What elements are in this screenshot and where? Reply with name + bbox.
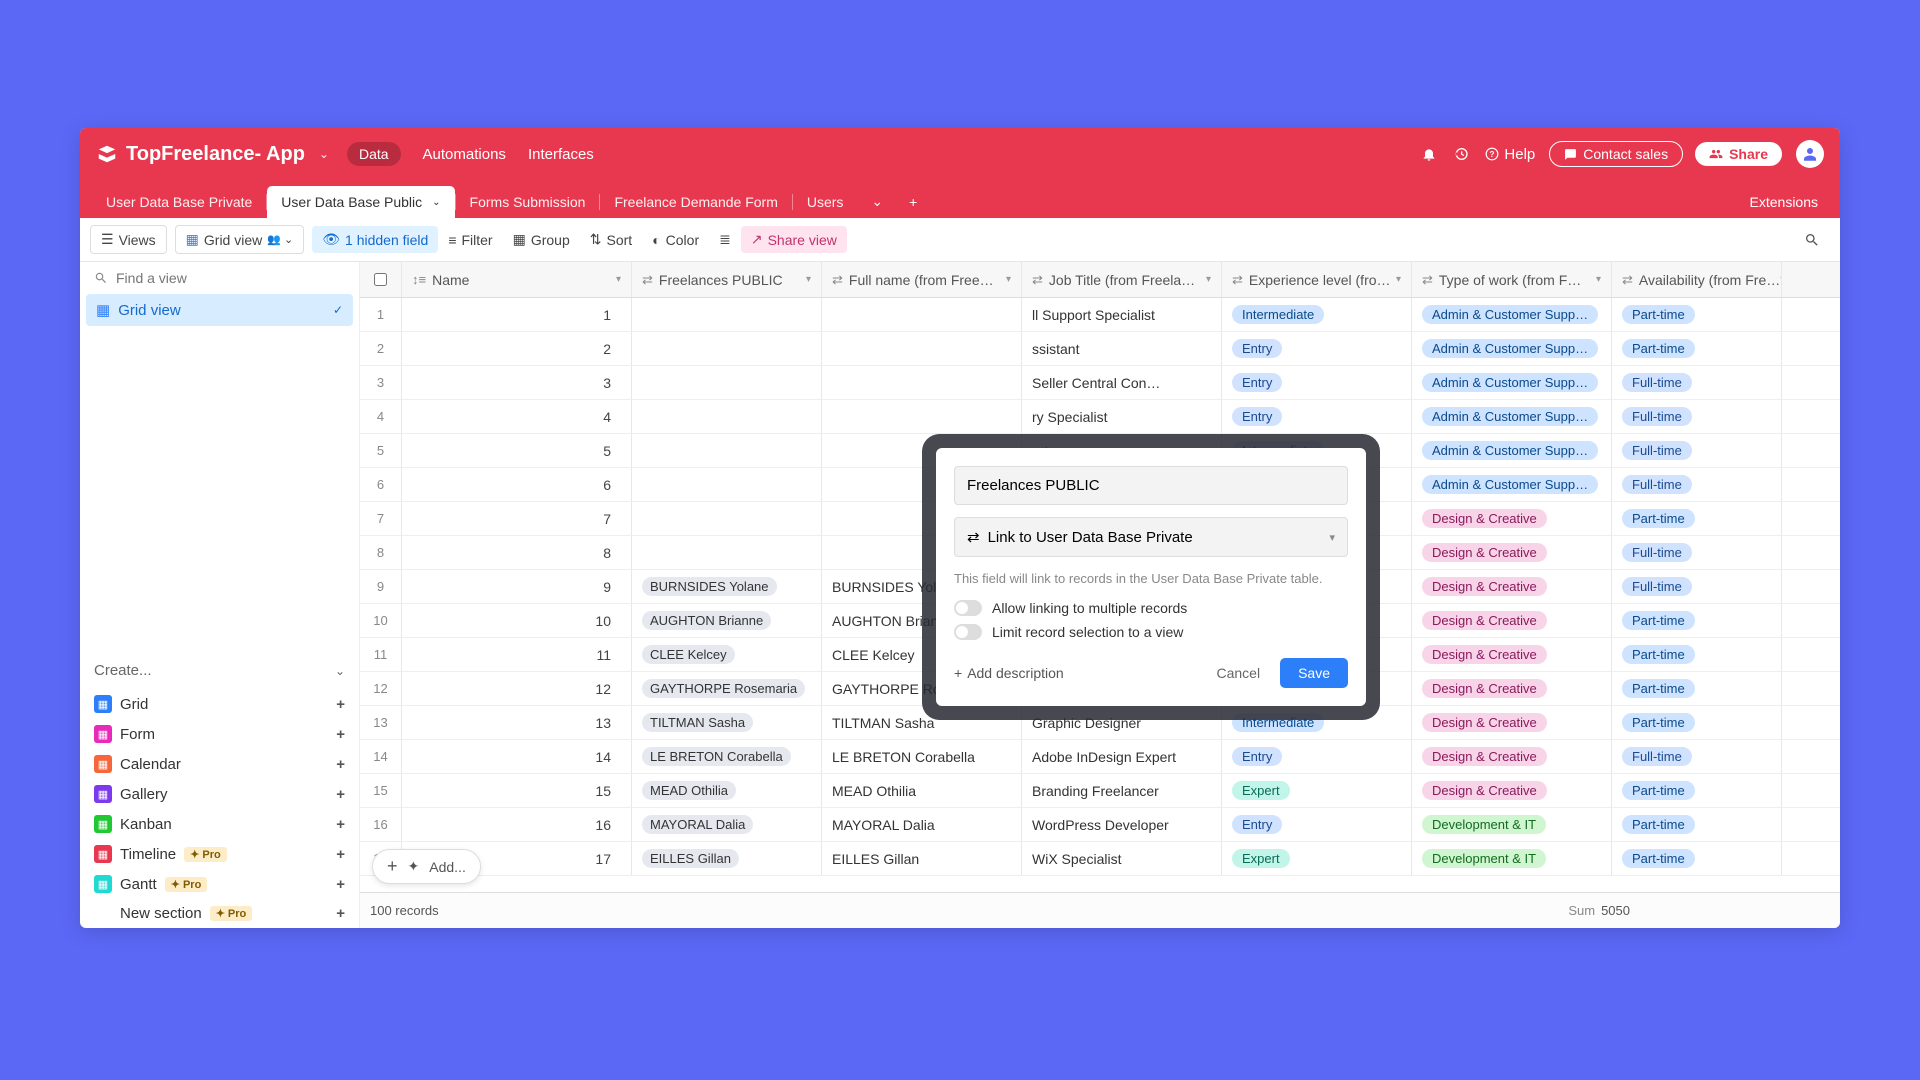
table-row[interactable]: 1515MEAD OthiliaMEAD OthiliaBranding Fre…	[360, 774, 1840, 808]
table-row[interactable]: 1717EILLES GillanEILLES GillanWiX Specia…	[360, 842, 1840, 876]
table-tab[interactable]: Freelance Demande Form	[600, 186, 791, 218]
col-freelances-public[interactable]: ⇄Freelances PUBLIC▾	[632, 262, 822, 297]
sidebar-create-calendar[interactable]: ▦Calendar+	[80, 749, 359, 779]
gridview-selector[interactable]: ▦ Grid view 👥 ⌄	[175, 225, 305, 254]
view-type-icon: ▦	[94, 785, 112, 803]
table-row[interactable]: 33Seller Central Con…EntryAdmin & Custom…	[360, 366, 1840, 400]
select-all-checkbox[interactable]	[360, 262, 402, 297]
app-logo-icon	[96, 143, 118, 165]
contact-sales-button[interactable]: Contact sales	[1549, 141, 1683, 167]
field-type-select[interactable]: ⇄ Link to User Data Base Private ▾	[954, 517, 1348, 557]
sidebar-create-header[interactable]: Create...⌄	[80, 652, 359, 689]
table-row[interactable]: 44ry SpecialistEntryAdmin & Customer Sup…	[360, 400, 1840, 434]
view-type-icon: ▦	[94, 695, 112, 713]
sort-button[interactable]: ⇅ Sort	[580, 226, 642, 253]
table-tab[interactable]: Forms Submission	[456, 186, 600, 218]
nav-interfaces[interactable]: Interfaces	[528, 146, 594, 163]
field-help-text: This field will link to records in the U…	[954, 571, 1348, 586]
chevron-down-icon: ⌄	[335, 664, 345, 678]
app-window: TopFreelance- App ⌄ Data Automations Int…	[80, 128, 1840, 928]
field-config-modal: ⇄ Link to User Data Base Private ▾ This …	[936, 448, 1366, 706]
grid-footer: 100 records Sum5050	[360, 892, 1840, 928]
chevron-down-icon: ▾	[1329, 531, 1335, 544]
share-view-button[interactable]: ↗ Share view	[741, 226, 847, 253]
app-menu-chevron-icon[interactable]: ⌄	[311, 147, 337, 161]
table-row[interactable]: 22ssistantEntryAdmin & Customer Supp…Par…	[360, 332, 1840, 366]
save-button[interactable]: Save	[1280, 658, 1348, 688]
pro-badge: ✦ Pro	[165, 877, 208, 892]
view-type-icon: ▦	[94, 815, 112, 833]
sidebar-create-timeline[interactable]: ▦Timeline✦ Pro+	[80, 839, 359, 869]
col-job-title[interactable]: ⇄Job Title (from Freela…▾	[1022, 262, 1222, 297]
table-tab[interactable]: User Data Base Private	[92, 186, 266, 218]
view-toolbar: ☰ Views ▦ Grid view 👥 ⌄ 👁 1 hidden field…	[80, 218, 1840, 262]
data-grid: ↕≡Name▾ ⇄Freelances PUBLIC▾ ⇄Full name (…	[360, 262, 1840, 928]
table-tab[interactable]: Users	[793, 186, 858, 218]
col-experience[interactable]: ⇄Experience level (fro…▾	[1222, 262, 1412, 297]
sidebar-new-section[interactable]: New section ✦ Pro +	[80, 899, 359, 928]
top-bar: TopFreelance- App ⌄ Data Automations Int…	[80, 128, 1840, 180]
row-height-button[interactable]: ≣	[709, 226, 741, 253]
table-tab[interactable]: User Data Base Public⌄	[267, 186, 454, 218]
tab-more-chevron-icon[interactable]: ⌄	[857, 185, 897, 218]
pro-badge: ✦ Pro	[184, 847, 227, 862]
share-button[interactable]: Share	[1695, 142, 1782, 166]
add-table-button[interactable]: +	[897, 186, 929, 218]
views-button[interactable]: ☰ Views	[90, 225, 167, 254]
filter-button[interactable]: ≡ Filter	[438, 227, 502, 253]
color-button[interactable]: ◐ Color	[642, 227, 709, 253]
find-view-input[interactable]	[116, 270, 345, 286]
view-type-icon: ▦	[94, 755, 112, 773]
extensions-button[interactable]: Extensions	[1740, 186, 1828, 218]
col-availability[interactable]: ⇄Availability (from Fre…▾	[1612, 262, 1782, 297]
search-icon[interactable]	[1794, 227, 1830, 253]
main-area: ▦Grid view✓ Create...⌄ ▦Grid+▦Form+▦Cale…	[80, 262, 1840, 928]
group-button[interactable]: ▦ Group	[503, 226, 580, 253]
toggle-limit-view[interactable]: Limit record selection to a view	[954, 620, 1348, 644]
app-title: TopFreelance- App	[126, 143, 305, 166]
nav-automations[interactable]: Automations	[423, 146, 506, 163]
grid-header: ↕≡Name▾ ⇄Freelances PUBLIC▾ ⇄Full name (…	[360, 262, 1840, 298]
table-row[interactable]: 1616MAYORAL DaliaMAYORAL DaliaWordPress …	[360, 808, 1840, 842]
user-avatar[interactable]	[1796, 140, 1824, 168]
svg-text:?: ?	[1490, 150, 1495, 159]
notifications-icon[interactable]	[1421, 146, 1437, 162]
view-type-icon: ▦	[94, 725, 112, 743]
sidebar-create-gallery[interactable]: ▦Gallery+	[80, 779, 359, 809]
sidebar-create-form[interactable]: ▦Form+	[80, 719, 359, 749]
pro-badge: ✦ Pro	[210, 906, 253, 921]
toggle-switch[interactable]	[954, 600, 982, 616]
nav-data[interactable]: Data	[347, 142, 401, 166]
field-name-input[interactable]	[954, 466, 1348, 505]
hidden-fields-button[interactable]: 👁 1 hidden field	[312, 226, 438, 253]
view-type-icon: ▦	[94, 845, 112, 863]
sidebar-create-grid[interactable]: ▦Grid+	[80, 689, 359, 719]
add-description-button[interactable]: + Add description	[954, 665, 1064, 681]
record-count: 100 records	[370, 903, 439, 918]
history-icon[interactable]	[1453, 146, 1469, 162]
table-row[interactable]: 1313TILTMAN SashaTILTMAN SashaGraphic De…	[360, 706, 1840, 740]
add-record-button[interactable]: +✦Add...	[372, 849, 481, 884]
find-view-search[interactable]	[80, 262, 359, 294]
views-sidebar: ▦Grid view✓ Create...⌄ ▦Grid+▦Form+▦Cale…	[80, 262, 360, 928]
sidebar-create-kanban[interactable]: ▦Kanban+	[80, 809, 359, 839]
table-row[interactable]: 11ll Support SpecialistIntermediateAdmin…	[360, 298, 1840, 332]
table-tabs: User Data Base PrivateUser Data Base Pub…	[80, 180, 1840, 218]
cancel-button[interactable]: Cancel	[1206, 659, 1270, 687]
toggle-switch[interactable]	[954, 624, 982, 640]
help-button[interactable]: ?Help	[1485, 146, 1535, 163]
toggle-multiple-records[interactable]: Allow linking to multiple records	[954, 596, 1348, 620]
check-icon: ✓	[333, 303, 343, 317]
link-icon: ⇄	[967, 528, 980, 546]
col-name[interactable]: ↕≡Name▾	[402, 262, 632, 297]
view-type-icon: ▦	[94, 875, 112, 893]
table-row[interactable]: 1414LE BRETON CorabellaLE BRETON Corabel…	[360, 740, 1840, 774]
col-type[interactable]: ⇄Type of work (from F…▾	[1412, 262, 1612, 297]
sidebar-view-grid[interactable]: ▦Grid view✓	[86, 294, 353, 326]
col-full-name[interactable]: ⇄Full name (from Free…▾	[822, 262, 1022, 297]
sidebar-create-gantt[interactable]: ▦Gantt✦ Pro+	[80, 869, 359, 899]
